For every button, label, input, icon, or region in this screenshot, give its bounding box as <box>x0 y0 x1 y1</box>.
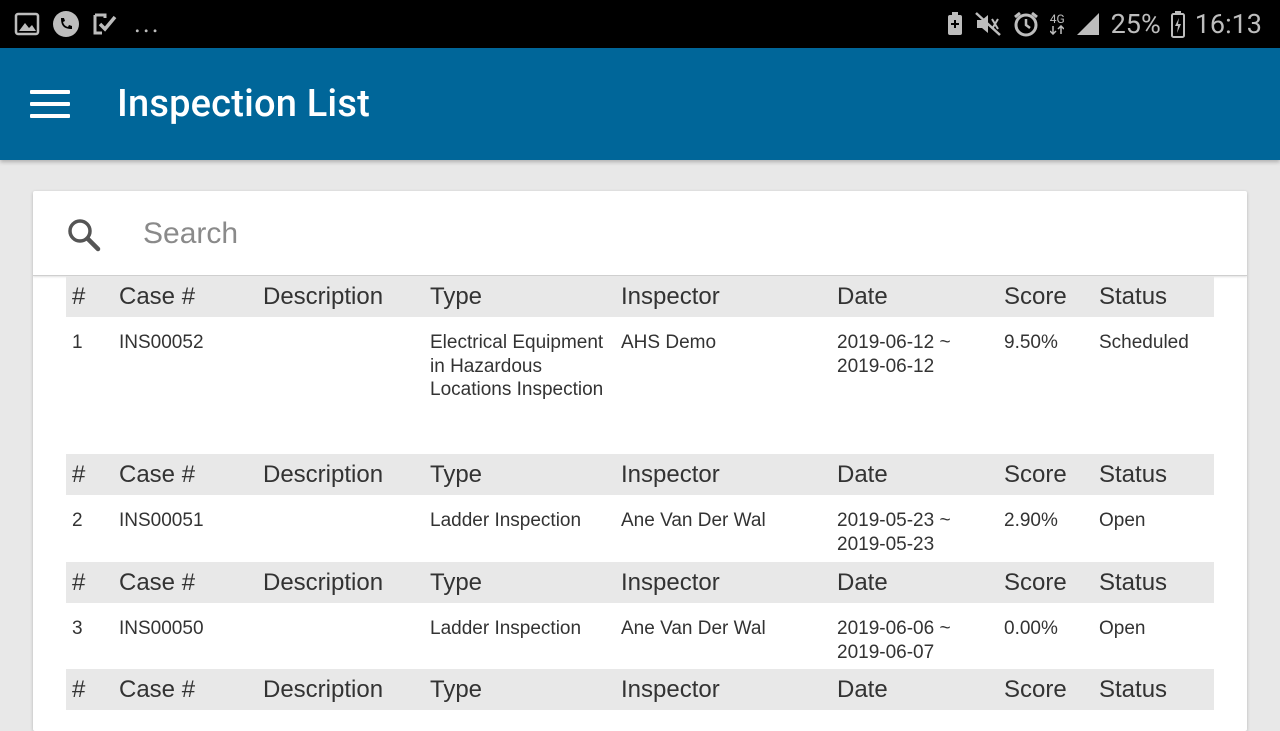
column-header-status: Status <box>1099 283 1168 310</box>
column-header-status: Status <box>1099 461 1168 488</box>
column-header-inspector: Inspector <box>621 676 720 703</box>
gallery-icon <box>14 12 40 36</box>
inspection-table: # Case # Description Type Inspector Date… <box>33 276 1247 731</box>
cell-status: Open <box>1099 510 1146 531</box>
column-header-type: Type <box>430 283 483 310</box>
cell-inspector: Ane Van Der Wal <box>621 618 766 639</box>
column-header-score: Score <box>1004 676 1067 703</box>
cell-status: Open <box>1099 618 1146 639</box>
battery-charging-icon <box>1170 10 1185 38</box>
cell-type: Electrical Equipment in Hazardous Locati… <box>430 332 604 400</box>
cell-date: 2019-06-12 ~ 2019-06-12 <box>837 332 951 377</box>
column-header-description: Description <box>263 569 384 596</box>
cell-number: 2 <box>72 510 83 531</box>
column-header-number: # <box>72 676 86 703</box>
cell-number: 1 <box>72 332 83 353</box>
cell-inspector: Ane Van Der Wal <box>621 510 766 531</box>
hamburger-menu-icon[interactable] <box>30 90 70 120</box>
phone-call-icon <box>52 10 80 38</box>
column-header-type: Type <box>430 461 483 488</box>
column-header-description: Description <box>263 676 384 703</box>
column-header-score: Score <box>1004 569 1067 596</box>
column-header-inspector: Inspector <box>621 569 720 596</box>
table-header-row: # Case # Description Type Inspector Date… <box>66 454 1214 495</box>
column-header-status: Status <box>1099 569 1168 596</box>
cell-number: 3 <box>72 618 83 639</box>
signal-icon <box>1075 11 1101 37</box>
cell-score: 2.90% <box>1004 510 1058 531</box>
column-header-case: Case # <box>119 461 196 488</box>
task-check-icon <box>92 11 118 37</box>
column-header-score: Score <box>1004 461 1067 488</box>
cell-type: Ladder Inspection <box>430 618 582 639</box>
column-header-number: # <box>72 461 86 488</box>
column-header-score: Score <box>1004 283 1067 310</box>
column-header-type: Type <box>430 676 483 703</box>
status-bar-notifications: ... <box>14 8 161 40</box>
column-header-date: Date <box>837 461 888 488</box>
column-header-description: Description <box>263 461 384 488</box>
cell-status: Scheduled <box>1099 332 1189 353</box>
cell-score: 0.00% <box>1004 618 1058 639</box>
cell-case: INS00050 <box>119 618 204 639</box>
column-header-inspector: Inspector <box>621 461 720 488</box>
cell-date: 2019-06-06 ~ 2019-06-07 <box>837 618 951 663</box>
network-type-text: 4G <box>1049 12 1065 26</box>
table-header-row: # Case # Description Type Inspector Date… <box>66 669 1214 710</box>
column-header-description: Description <box>263 283 384 310</box>
alarm-icon <box>1012 10 1040 38</box>
column-header-date: Date <box>837 569 888 596</box>
search-icon[interactable] <box>67 218 101 252</box>
column-header-status: Status <box>1099 676 1168 703</box>
battery-saver-icon <box>946 11 964 37</box>
mute-icon <box>974 11 1002 37</box>
cell-inspector: AHS Demo <box>621 332 717 353</box>
column-header-case: Case # <box>119 569 196 596</box>
cell-type: Ladder Inspection <box>430 510 582 531</box>
table-header-row: # Case # Description Type Inspector Date… <box>66 562 1214 603</box>
page-title: Inspection List <box>117 82 370 126</box>
cell-date: 2019-05-23 ~ 2019-05-23 <box>837 510 951 555</box>
battery-percent: 25% <box>1110 8 1161 40</box>
app-bar: Inspection List <box>0 48 1280 160</box>
column-header-type: Type <box>430 569 483 596</box>
cell-case: INS00052 <box>119 332 204 353</box>
column-header-date: Date <box>837 283 888 310</box>
column-header-case: Case # <box>119 676 196 703</box>
clock-time: 16:13 <box>1194 8 1262 40</box>
column-header-number: # <box>72 569 86 596</box>
cell-score: 9.50% <box>1004 332 1058 353</box>
search-input[interactable] <box>141 213 1045 255</box>
column-header-inspector: Inspector <box>621 283 720 310</box>
cell-case: INS00051 <box>119 510 204 531</box>
status-bar-system: 4G 25% 16:13 <box>946 8 1262 40</box>
status-bar: ... 4G 25% 16:13 <box>0 0 1280 48</box>
column-header-number: # <box>72 283 86 310</box>
network-4g-icon: 4G <box>1050 13 1065 35</box>
search-bar <box>33 191 1247 276</box>
more-notifications-text: ... <box>134 9 161 39</box>
column-header-case: Case # <box>119 283 196 310</box>
column-header-date: Date <box>837 676 888 703</box>
table-header-row: # Case # Description Type Inspector Date… <box>66 276 1214 317</box>
inspection-list-card: # Case # Description Type Inspector Date… <box>33 191 1247 731</box>
